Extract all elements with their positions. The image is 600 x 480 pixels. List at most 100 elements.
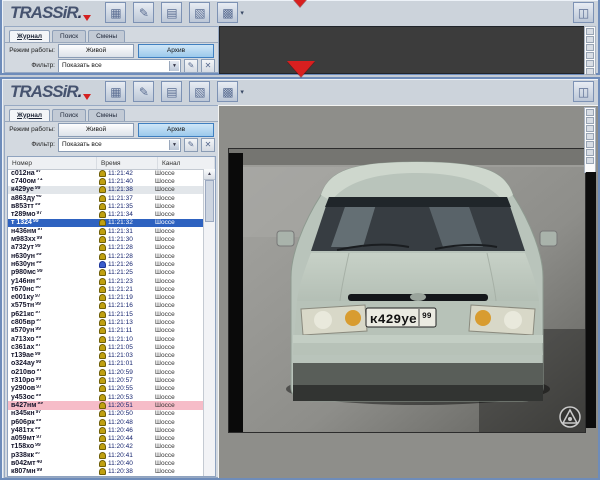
filter-delete-button[interactable]: ✕: [201, 138, 215, 152]
toolbar-icon[interactable]: ✎: [133, 2, 154, 23]
live-mode-button[interactable]: Живой: [58, 44, 134, 58]
journal-row[interactable]: р338кк97 11:20:41 Шоссе: [8, 451, 204, 459]
scrollbar-thumb[interactable]: [205, 180, 214, 222]
edit-document-icon[interactable]: ✎: [133, 81, 156, 102]
bell-icon: [99, 203, 106, 210]
column-header-channel[interactable]: Канал: [158, 157, 215, 169]
monitor-grid-icon[interactable]: ▦: [105, 81, 128, 102]
journal-row[interactable]: с012на97 11:21:42 Шоссе: [8, 169, 204, 177]
journal-row[interactable]: с740ом71 11:21:40 Шоссе: [8, 177, 204, 185]
journal-row[interactable]: с361ах97 11:21:05 Шоссе: [8, 343, 204, 351]
snapshot-image-icon[interactable]: ▧: [189, 81, 212, 102]
plate-region: 99: [35, 302, 41, 307]
bell-icon: [99, 369, 106, 376]
journal-row[interactable]: а863ду40 11:21:37 Шоссе: [8, 194, 204, 202]
tab-search[interactable]: Поиск: [52, 30, 86, 43]
window-main: TRASSiR. ▦ ✎ ▤ ▧ ▩ ▾ ◫ Журнал Поиск Смен…: [0, 77, 600, 480]
journal-row[interactable]: в427нм99 11:20:51 Шоссе: [8, 401, 204, 409]
table-scrollbar[interactable]: ▲: [203, 169, 215, 476]
journal-row[interactable]: о324ау90 11:21:01 Шоссе: [8, 360, 204, 368]
tab-search[interactable]: Поиск: [52, 109, 86, 122]
bell-icon: [99, 236, 106, 243]
dropdown-caret-icon[interactable]: ▾: [240, 9, 244, 17]
column-header-number[interactable]: Номер: [8, 157, 97, 169]
journal-row[interactable]: у453ос99 11:20:53 Шоссе: [8, 393, 204, 401]
dropdown-caret-icon[interactable]: ▾: [240, 88, 244, 96]
journal-row[interactable]: р980мс99 11:21:25 Шоссе: [8, 269, 204, 277]
window-layout-icon[interactable]: ◫: [573, 2, 594, 23]
journal-row[interactable]: м983хх99 11:21:30 Шоссе: [8, 235, 204, 243]
video-side-strip[interactable]: [584, 26, 596, 75]
filter-dropdown[interactable]: Показать все▼: [58, 138, 181, 152]
journal-row[interactable]: н345кн97 11:20:50 Шоссе: [8, 410, 204, 418]
journal-row[interactable]: н630ун99 11:21:28 Шоссе: [8, 252, 204, 260]
journal-row[interactable]: н630ун99 11:21:26 Шоссе: [8, 260, 204, 268]
journal-row[interactable]: о210во97 11:20:59 Шоссе: [8, 368, 204, 376]
journal-row[interactable]: х575тн99 11:21:16 Шоссе: [8, 302, 204, 310]
tab-journal[interactable]: Журнал: [9, 109, 50, 122]
event-time: 11:20:57: [108, 377, 133, 384]
plate-number: т289мо: [11, 211, 35, 218]
journal-list-icon[interactable]: ▤: [161, 2, 184, 23]
journal-row[interactable]: т 132499 11:21:32 Шоссе: [8, 219, 204, 227]
journal-row[interactable]: т670нс90 11:21:21 Шоссе: [8, 285, 204, 293]
tab-shifts[interactable]: Смены: [88, 109, 125, 122]
toolbar-icon[interactable]: ▦: [105, 81, 126, 102]
journal-row[interactable]: а059мт97 11:20:44 Шоссе: [8, 435, 204, 443]
journal-row[interactable]: т310ро99 11:20:57 Шоссе: [8, 376, 204, 384]
video-display[interactable]: к429уе 99: [229, 149, 585, 432]
journal-list-icon[interactable]: ▤: [161, 81, 184, 102]
bell-icon: [99, 178, 106, 185]
column-header-time[interactable]: Время: [97, 157, 158, 169]
journal-row[interactable]: а732ут99 11:21:28 Шоссе: [8, 244, 204, 252]
plate-number: т310ро: [11, 377, 35, 384]
journal-row[interactable]: к570ун99 11:21:11 Шоссе: [8, 327, 204, 335]
plate-region: 99: [36, 253, 42, 258]
tab-shifts[interactable]: Смены: [88, 30, 125, 43]
filter-edit-button[interactable]: ✎: [184, 138, 198, 152]
toolbar-icon[interactable]: ▧: [189, 81, 210, 102]
filter-delete-button[interactable]: ✕: [201, 59, 215, 73]
toolbar-icon[interactable]: ▩: [217, 81, 238, 102]
filter-dropdown[interactable]: Показать все▼: [58, 59, 181, 73]
chevron-down-icon[interactable]: ▼: [169, 61, 179, 71]
journal-row[interactable]: у481тх99 11:20:46 Шоссе: [8, 426, 204, 434]
journal-row[interactable]: в853тт99 11:21:35 Шоссе: [8, 202, 204, 210]
journal-row[interactable]: т158хо99 11:20:42 Шоссе: [8, 443, 204, 451]
journal-row[interactable]: н436нм97 11:21:31 Шоссе: [8, 227, 204, 235]
journal-row[interactable]: к429уе99 11:21:38 Шоссе: [8, 186, 204, 194]
archive-mode-button[interactable]: Архив: [138, 123, 214, 137]
video-side-strip[interactable]: [584, 107, 596, 173]
journal-row[interactable]: с805вр97 11:21:13 Шоссе: [8, 318, 204, 326]
toolbar-icon[interactable]: ▦: [105, 2, 126, 23]
monitor-grid-icon[interactable]: ▦: [105, 2, 128, 23]
journal-row[interactable]: в042мт40 11:20:40 Шоссе: [8, 459, 204, 467]
journal-row[interactable]: у290ов97 11:20:55 Шоссе: [8, 385, 204, 393]
edit-document-icon[interactable]: ✎: [133, 2, 156, 23]
video-display-empty[interactable]: [219, 26, 586, 74]
journal-row[interactable]: у146нн97 11:21:23 Шоссе: [8, 277, 204, 285]
archive-mode-button[interactable]: Архив: [138, 44, 214, 58]
toolbar-icon[interactable]: ▤: [161, 81, 182, 102]
journal-row[interactable]: р606рк99 11:20:48 Шоссе: [8, 418, 204, 426]
live-mode-button[interactable]: Живой: [58, 123, 134, 137]
journal-row[interactable]: т139ае99 11:21:03 Шоссе: [8, 352, 204, 360]
toolbar-icon[interactable]: ✎: [133, 81, 154, 102]
settings-keypad-icon[interactable]: ▩ ▾: [217, 2, 244, 23]
snapshot-image-icon[interactable]: ▧: [189, 2, 212, 23]
journal-row[interactable]: е001ку97 11:21:19 Шоссе: [8, 293, 204, 301]
window-layout-icon[interactable]: ◫: [573, 81, 594, 102]
journal-row[interactable]: а713хо99 11:21:10 Шоссе: [8, 335, 204, 343]
settings-keypad-icon[interactable]: ▩ ▾: [217, 81, 244, 102]
journal-row[interactable]: к807мн99 11:20:38 Шоссе: [8, 468, 204, 476]
toolbar-icon[interactable]: ▧: [189, 2, 210, 23]
toolbar-icon[interactable]: ▩: [217, 2, 238, 23]
journal-row[interactable]: р621кс97 11:21:15 Шоссе: [8, 310, 204, 318]
filter-edit-button[interactable]: ✎: [184, 59, 198, 73]
toolbar-icon[interactable]: ▤: [161, 2, 182, 23]
journal-row[interactable]: т289мо97 11:21:34 Шоссе: [8, 210, 204, 218]
scroll-up-icon[interactable]: ▲: [204, 169, 215, 180]
channel-name: Шоссе: [155, 385, 204, 392]
tab-journal[interactable]: Журнал: [9, 30, 50, 43]
chevron-down-icon[interactable]: ▼: [169, 140, 179, 150]
